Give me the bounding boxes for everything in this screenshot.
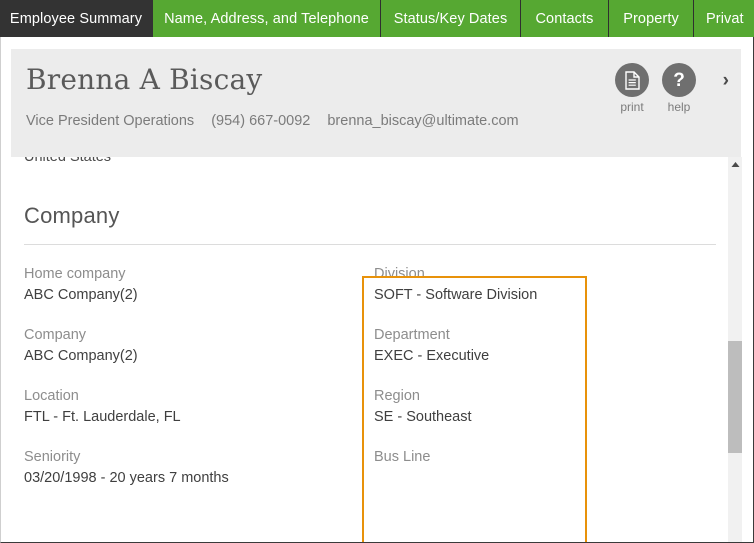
tab-label: Property: [623, 10, 679, 27]
field-label: Location: [24, 388, 79, 404]
field-seniority: Seniority 03/20/1998 - 20 years 7 months: [24, 447, 354, 489]
field-value: SOFT - Software Division: [374, 287, 538, 303]
field-value: [374, 467, 589, 471]
print-label: print: [620, 100, 644, 114]
tab-label: Contacts: [535, 10, 594, 27]
employee-job-title: Vice President Operations: [26, 113, 195, 129]
tab-label: Name, Address, and Telephone: [164, 10, 369, 27]
field-value: EXEC - Executive: [374, 348, 490, 364]
field-label: Division: [374, 266, 425, 282]
tab-contacts[interactable]: Contacts: [521, 0, 609, 37]
field-value: FTL - Ft. Lauderdale, FL: [24, 409, 181, 425]
field-region: Region SE - Southeast: [374, 386, 589, 428]
clipped-country-text: United States: [24, 157, 111, 161]
field-label: Company: [24, 327, 87, 343]
employee-phone[interactable]: (954) 667-0092: [211, 113, 310, 129]
header-action-icons: print ? help: [613, 63, 698, 114]
field-location: Location FTL - Ft. Lauderdale, FL: [24, 386, 354, 428]
chevron-right-icon[interactable]: ›: [723, 71, 729, 90]
field-home-company: Home company ABC Company(2): [24, 264, 354, 306]
tab-employee-summary[interactable]: Employee Summary: [0, 0, 153, 37]
employee-header: Brenna A Biscay Vice President Operation…: [11, 49, 741, 157]
scroll-up-arrow-icon[interactable]: [728, 157, 742, 171]
tab-status-key-dates[interactable]: Status/Key Dates: [381, 0, 521, 37]
field-value: ABC Company(2): [24, 348, 138, 364]
svg-text:?: ?: [673, 70, 685, 91]
tab-label: Employee Summary: [9, 10, 143, 27]
employee-panel: Brenna A Biscay Vice President Operation…: [0, 37, 754, 543]
employee-name: Brenna A Biscay: [26, 63, 263, 96]
field-value: SE - Southeast: [374, 409, 472, 425]
employee-email[interactable]: brenna_biscay@ultimate.com: [327, 113, 518, 129]
field-department: Department EXEC - Executive: [374, 325, 589, 367]
employee-summary-window: Employee Summary Name, Address, and Tele…: [0, 0, 754, 543]
print-button[interactable]: print: [613, 63, 651, 114]
field-label: Seniority: [24, 449, 81, 465]
field-label: Bus Line: [374, 449, 431, 465]
company-right-column: Division SOFT - Software Division Depart…: [374, 264, 589, 471]
field-division: Division SOFT - Software Division: [374, 264, 589, 306]
tab-private[interactable]: Privat: [694, 0, 754, 37]
field-value: 03/20/1998 - 20 years 7 months: [24, 470, 229, 486]
vertical-scrollbar[interactable]: [728, 157, 742, 542]
field-label: Home company: [24, 266, 126, 282]
help-button[interactable]: ? help: [660, 63, 698, 114]
tab-label: Privat: [706, 10, 744, 27]
clipped-last-hired-text: Last hired: [24, 541, 88, 542]
field-label: Region: [374, 388, 420, 404]
scrollbar-thumb[interactable]: [728, 341, 742, 453]
field-bus-line: Bus Line: [374, 447, 589, 471]
tab-label: Status/Key Dates: [393, 10, 508, 27]
section-title-company: Company: [24, 203, 120, 228]
print-icon: [615, 63, 649, 97]
tab-property[interactable]: Property: [609, 0, 694, 37]
help-icon: ?: [662, 63, 696, 97]
main-tab-bar: Employee Summary Name, Address, and Tele…: [0, 0, 754, 37]
help-label: help: [667, 100, 691, 114]
employee-contact-line: Vice President Operations (954) 667-0092…: [26, 113, 519, 129]
section-divider: [24, 244, 716, 245]
field-company: Company ABC Company(2): [24, 325, 354, 367]
field-label: Department: [374, 327, 450, 343]
summary-scroll-region: United States Company Home company ABC C…: [11, 157, 741, 542]
tab-name-address-telephone[interactable]: Name, Address, and Telephone: [153, 0, 381, 37]
field-value: ABC Company(2): [24, 287, 138, 303]
company-left-column: Home company ABC Company(2) Company ABC …: [24, 264, 354, 489]
